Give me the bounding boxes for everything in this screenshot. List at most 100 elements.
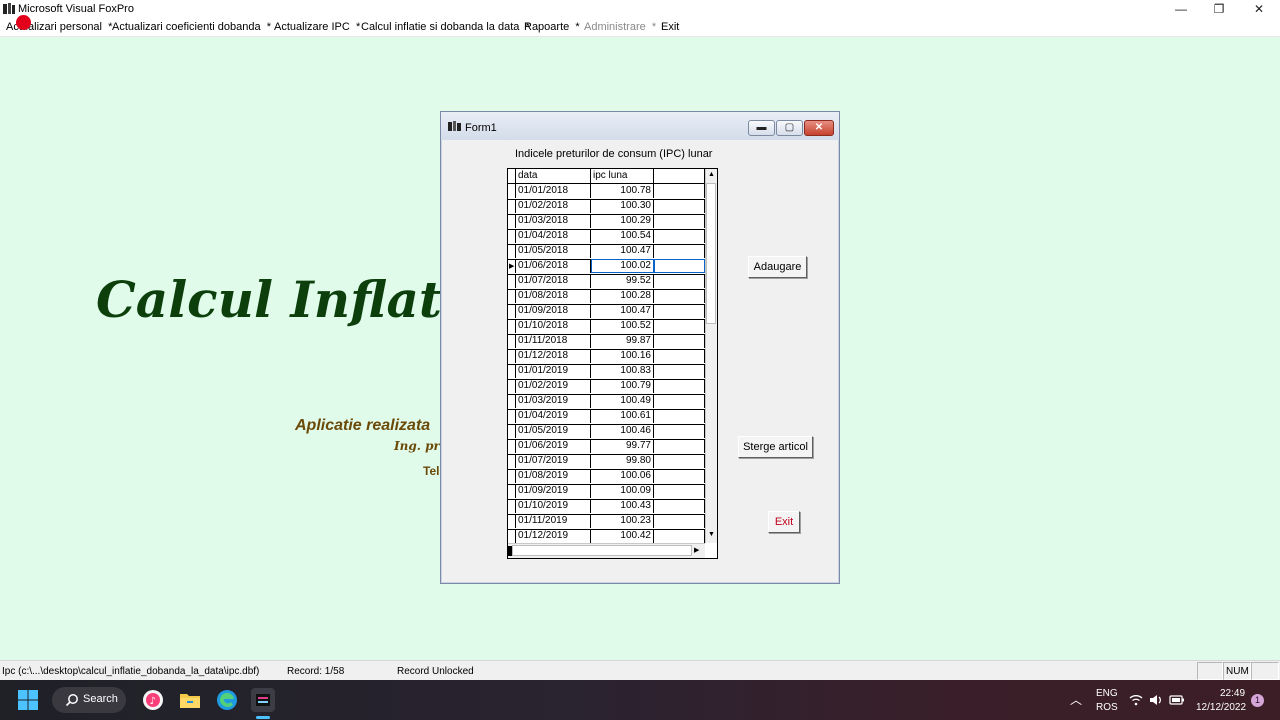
row-selector[interactable] xyxy=(508,514,516,528)
battery-icon[interactable] xyxy=(1169,694,1185,706)
cell-ipc-luna[interactable]: 100.52 xyxy=(591,319,654,333)
cell-empty[interactable] xyxy=(654,484,705,498)
cell-data[interactable]: 01/05/2018 xyxy=(516,244,591,258)
cell-ipc-luna[interactable]: 100.79 xyxy=(591,379,654,393)
cell-ipc-luna[interactable]: 100.29 xyxy=(591,214,654,228)
cell-data[interactable]: 01/10/2018 xyxy=(516,319,591,333)
sterge-articol-button[interactable]: Sterge articol xyxy=(738,436,813,458)
table-row[interactable]: 01/11/2019 100.23 xyxy=(508,514,705,530)
grid-horizontal-scroll-thumb[interactable] xyxy=(512,545,692,556)
table-row[interactable]: 01/08/2018 100.28 xyxy=(508,289,705,305)
table-row[interactable]: 01/08/2019 100.06 xyxy=(508,469,705,485)
cell-data[interactable]: 01/03/2019 xyxy=(516,394,591,408)
cell-empty[interactable] xyxy=(654,394,705,408)
notification-badge[interactable]: 1 xyxy=(1251,694,1264,707)
cell-data[interactable]: 01/08/2019 xyxy=(516,469,591,483)
tray-overflow-chevron-icon[interactable]: ︿ xyxy=(1070,691,1082,708)
tray-language-primary[interactable]: ENG xyxy=(1096,688,1118,699)
ipc-grid[interactable]: data ipc luna 01/01/2018 100.78 01/02/2018… xyxy=(507,168,718,559)
cell-data[interactable]: 01/12/2019 xyxy=(516,529,591,543)
cell-ipc-luna[interactable]: 100.83 xyxy=(591,364,654,378)
menu-rapoarte[interactable]: Rapoarte * xyxy=(524,21,580,33)
row-selector[interactable] xyxy=(508,349,516,363)
cell-data[interactable]: 01/09/2018 xyxy=(516,304,591,318)
cell-empty[interactable] xyxy=(654,244,705,258)
cell-data[interactable]: 01/09/2019 xyxy=(516,484,591,498)
cell-data[interactable]: 01/08/2018 xyxy=(516,289,591,303)
cell-data[interactable]: 01/05/2019 xyxy=(516,424,591,438)
cell-empty[interactable] xyxy=(654,214,705,228)
close-button[interactable]: ✕ xyxy=(1239,0,1279,19)
grid-header-ipc[interactable]: ipc luna xyxy=(591,169,654,183)
cell-empty[interactable] xyxy=(654,349,705,363)
edge-browser-icon[interactable] xyxy=(215,688,239,712)
visual-foxpro-taskbar-icon[interactable] xyxy=(251,688,275,712)
cell-ipc-luna[interactable]: 100.02 xyxy=(591,259,654,273)
itunes-icon[interactable]: ♪ xyxy=(141,688,165,712)
table-row[interactable]: 01/03/2018 100.29 xyxy=(508,214,705,230)
row-selector[interactable] xyxy=(508,199,516,213)
cell-empty[interactable] xyxy=(654,319,705,333)
table-row[interactable]: 01/04/2019 100.61 xyxy=(508,409,705,425)
exit-button[interactable]: Exit xyxy=(768,511,800,533)
cell-ipc-luna[interactable]: 99.77 xyxy=(591,439,654,453)
cell-empty[interactable] xyxy=(654,469,705,483)
row-selector[interactable] xyxy=(508,424,516,438)
cell-empty[interactable] xyxy=(654,514,705,528)
cell-data[interactable]: 01/07/2019 xyxy=(516,454,591,468)
row-selector[interactable] xyxy=(508,379,516,393)
tray-language-secondary[interactable]: ROS xyxy=(1096,702,1118,713)
row-selector[interactable] xyxy=(508,184,516,198)
row-selector[interactable] xyxy=(508,439,516,453)
volume-icon[interactable] xyxy=(1149,694,1162,706)
row-selector[interactable] xyxy=(508,214,516,228)
cell-data[interactable]: 01/11/2019 xyxy=(516,514,591,528)
table-row[interactable]: 01/12/2018 100.16 xyxy=(508,349,705,365)
windows-start-icon[interactable] xyxy=(16,688,40,712)
cell-ipc-luna[interactable]: 100.23 xyxy=(591,514,654,528)
cell-data[interactable]: 01/04/2019 xyxy=(516,409,591,423)
row-selector[interactable] xyxy=(508,454,516,468)
menu-actualizare-ipc[interactable]: Actualizare IPC * xyxy=(274,21,360,33)
form1-close-button[interactable]: ✕ xyxy=(804,120,834,136)
cell-data[interactable]: 01/11/2018 xyxy=(516,334,591,348)
cell-ipc-luna[interactable]: 99.80 xyxy=(591,454,654,468)
table-row[interactable]: ▶ 01/06/2018 100.02 xyxy=(508,259,705,275)
menu-exit[interactable]: Exit xyxy=(661,21,679,33)
scroll-right-arrow-icon[interactable]: ▶ xyxy=(694,546,699,554)
cell-ipc-luna[interactable]: 100.06 xyxy=(591,469,654,483)
cell-empty[interactable] xyxy=(654,229,705,243)
grid-vertical-scrollbar[interactable]: ▲ ▼ xyxy=(705,169,717,543)
cell-ipc-luna[interactable]: 100.47 xyxy=(591,244,654,258)
table-row[interactable]: 01/10/2019 100.43 xyxy=(508,499,705,515)
cell-ipc-luna[interactable]: 100.78 xyxy=(591,184,654,198)
scroll-up-arrow-icon[interactable]: ▲ xyxy=(708,171,715,178)
cell-empty[interactable] xyxy=(654,454,705,468)
form1-titlebar[interactable]: Form1 ▬ ▢ ✕ xyxy=(441,112,839,140)
adaugare-button[interactable]: Adaugare xyxy=(748,256,807,278)
cell-data[interactable]: 01/10/2019 xyxy=(516,499,591,513)
cell-empty[interactable] xyxy=(654,439,705,453)
cell-data[interactable]: 01/04/2018 xyxy=(516,229,591,243)
cell-data[interactable]: 01/07/2018 xyxy=(516,274,591,288)
restore-button[interactable]: ❐ xyxy=(1199,0,1239,19)
row-selector[interactable] xyxy=(508,469,516,483)
menu-administrare[interactable]: Administrare * xyxy=(584,21,656,33)
cell-data[interactable]: 01/01/2019 xyxy=(516,364,591,378)
table-row[interactable]: 01/01/2018 100.78 xyxy=(508,184,705,200)
cell-data[interactable]: 01/03/2018 xyxy=(516,214,591,228)
cell-ipc-luna[interactable]: 100.16 xyxy=(591,349,654,363)
row-selector[interactable] xyxy=(508,229,516,243)
cell-ipc-luna[interactable]: 100.09 xyxy=(591,484,654,498)
row-selector[interactable]: ▶ xyxy=(508,259,516,273)
table-row[interactable]: 01/07/2019 99.80 xyxy=(508,454,705,470)
row-selector[interactable] xyxy=(508,499,516,513)
cell-data[interactable]: 01/06/2019 xyxy=(516,439,591,453)
cell-ipc-luna[interactable]: 100.46 xyxy=(591,424,654,438)
row-selector[interactable] xyxy=(508,304,516,318)
cell-ipc-luna[interactable]: 100.49 xyxy=(591,394,654,408)
table-row[interactable]: 01/01/2019 100.83 xyxy=(508,364,705,380)
row-selector[interactable] xyxy=(508,364,516,378)
table-row[interactable]: 01/04/2018 100.54 xyxy=(508,229,705,245)
grid-vertical-scroll-thumb[interactable] xyxy=(706,183,716,324)
